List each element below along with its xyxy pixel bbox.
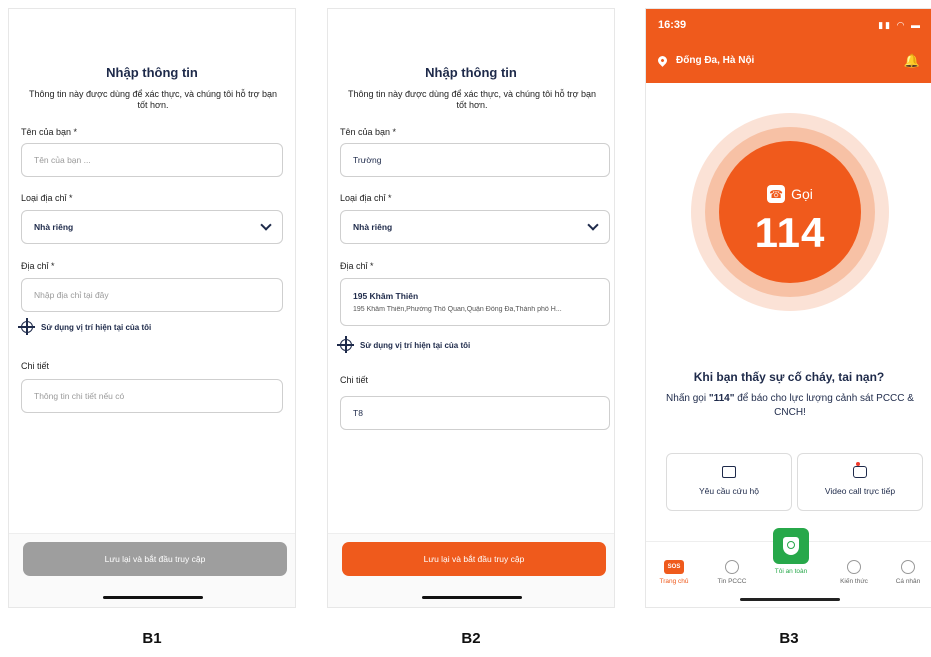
smile-icon xyxy=(901,560,915,574)
submit-button-disabled[interactable]: Lưu lại và bắt đầu truy cập xyxy=(23,542,287,576)
use-location-button[interactable]: Sử dụng vị trí hiện tại của tôi xyxy=(18,318,152,335)
tab-knowledge[interactable]: Kiến thức xyxy=(828,560,880,585)
shield-icon xyxy=(783,537,799,555)
address-type-value: Nhà riêng xyxy=(353,222,393,232)
detail-input[interactable]: T8 xyxy=(340,396,610,430)
crosshair-icon xyxy=(337,336,354,353)
page-subtitle: Thông tin này được dùng để xác thực, và … xyxy=(348,89,597,110)
tab-profile[interactable]: Cá nhân xyxy=(882,560,931,585)
call-number: 114 xyxy=(754,209,826,256)
tab-safe-label: Tôi an toàn xyxy=(774,568,808,575)
screen-b2: Nhập thông tin Thông tin này được dùng đ… xyxy=(327,8,615,608)
page-title: Nhập thông tin xyxy=(106,65,198,80)
call-114-button[interactable]: ☎ Gọi 114 xyxy=(719,141,861,283)
tab-news[interactable]: Tin PCCC xyxy=(706,560,758,585)
bottom-bar: Lưu lại và bắt đầu truy cập xyxy=(328,533,614,607)
crosshair-icon xyxy=(18,318,35,335)
address-label: Địa chỉ * xyxy=(340,261,374,271)
home-indicator xyxy=(422,596,522,599)
tools-icon xyxy=(847,560,861,574)
use-location-button[interactable]: Sử dụng vị trí hiện tại của tôi xyxy=(337,336,471,353)
chevron-down-icon xyxy=(260,219,272,231)
address-type-label: Loại địa chỉ * xyxy=(340,193,392,203)
caption-b1: B1 xyxy=(142,630,162,647)
address-label: Địa chỉ * xyxy=(21,261,55,271)
status-icons: ▮▮ ◠ ▬ xyxy=(878,20,922,30)
status-time: 16:39 xyxy=(658,19,687,31)
use-location-label: Sử dụng vị trí hiện tại của tôi xyxy=(41,322,152,332)
fire-icon xyxy=(725,560,739,574)
name-label: Tên của bạn * xyxy=(21,127,78,137)
submit-button[interactable]: Lưu lại và bắt đầu truy cập xyxy=(342,542,606,576)
home-indicator xyxy=(103,596,203,599)
bottom-bar: Lưu lại và bắt đầu truy cập xyxy=(9,533,295,607)
address-placeholder: Nhập địa chỉ tại đây xyxy=(34,290,109,300)
address-main: 195 Khâm Thiên xyxy=(353,291,419,301)
screen-b1: Nhập thông tin Thông tin này được dùng đ… xyxy=(8,8,296,608)
home-indicator xyxy=(740,598,840,601)
rescue-request-label: Yêu cầu cứu hộ xyxy=(698,486,760,496)
address-type-label: Loại địa chỉ * xyxy=(21,193,73,203)
screen-b3: 16:39 ▮▮ ◠ ▬ Đống Đa, Hà Nội 🔔 ☎ Gọi 114… xyxy=(645,8,931,608)
address-full: 195 Khâm Thiên,Phường Thổ Quan,Quận Đống… xyxy=(353,306,562,313)
name-input[interactable]: Trường xyxy=(340,143,610,177)
tab-safe-button[interactable] xyxy=(773,528,809,564)
address-input[interactable]: 195 Khâm Thiên 195 Khâm Thiên,Phường Thổ… xyxy=(340,278,610,326)
video-call-card[interactable]: Video call trực tiếp xyxy=(797,453,923,511)
caption-b3: B3 xyxy=(779,630,799,647)
address-type-select[interactable]: Nhà riêng xyxy=(21,210,283,244)
call-label: Gọi xyxy=(791,186,813,202)
page-subtitle: Thông tin này được dùng để xác thực, và … xyxy=(29,89,278,110)
chevron-down-icon xyxy=(587,219,599,231)
header: 16:39 ▮▮ ◠ ▬ Đống Đa, Hà Nội 🔔 xyxy=(646,9,931,83)
name-label: Tên của bạn * xyxy=(340,127,397,137)
address-input[interactable]: Nhập địa chỉ tại đây xyxy=(21,278,283,312)
rescue-request-card[interactable]: Yêu cầu cứu hộ xyxy=(666,453,792,511)
sos-icon: SOS xyxy=(664,560,684,574)
detail-input[interactable]: Thông tin chi tiết nếu có xyxy=(21,379,283,413)
document-icon xyxy=(722,466,736,478)
phone-icon: ☎ xyxy=(767,185,786,203)
video-call-icon xyxy=(853,462,867,478)
detail-placeholder: Thông tin chi tiết nếu có xyxy=(34,391,125,401)
name-input[interactable]: Tên của bạn ... xyxy=(21,143,283,177)
tab-bar: SOS Trang chủ Tin PCCC Tôi an toàn Kiến … xyxy=(646,528,931,607)
location-pin-icon xyxy=(656,54,669,67)
tab-home[interactable]: SOS Trang chủ xyxy=(648,560,700,585)
detail-label: Chi tiết xyxy=(340,375,369,385)
video-call-label: Video call trực tiếp xyxy=(824,486,896,496)
address-type-value: Nhà riêng xyxy=(34,222,74,232)
name-placeholder: Tên của bạn ... xyxy=(34,155,91,165)
name-value: Trường xyxy=(353,155,382,165)
detail-value: T8 xyxy=(353,408,363,418)
address-type-select[interactable]: Nhà riêng xyxy=(340,210,610,244)
bell-icon[interactable]: 🔔 xyxy=(904,53,920,69)
location-selector[interactable]: Đống Đa, Hà Nội xyxy=(656,54,755,67)
location-label: Đống Đa, Hà Nội xyxy=(676,55,755,66)
use-location-label: Sử dụng vị trí hiện tại của tôi xyxy=(360,340,471,350)
page-title: Nhập thông tin xyxy=(425,65,517,80)
emergency-instruction: Nhấn gọi "114" để báo cho lực lượng cảnh… xyxy=(666,393,914,418)
emergency-question: Khi bạn thấy sự cố cháy, tai nạn? xyxy=(693,370,885,384)
detail-label: Chi tiết xyxy=(21,361,50,371)
caption-b2: B2 xyxy=(461,630,481,647)
